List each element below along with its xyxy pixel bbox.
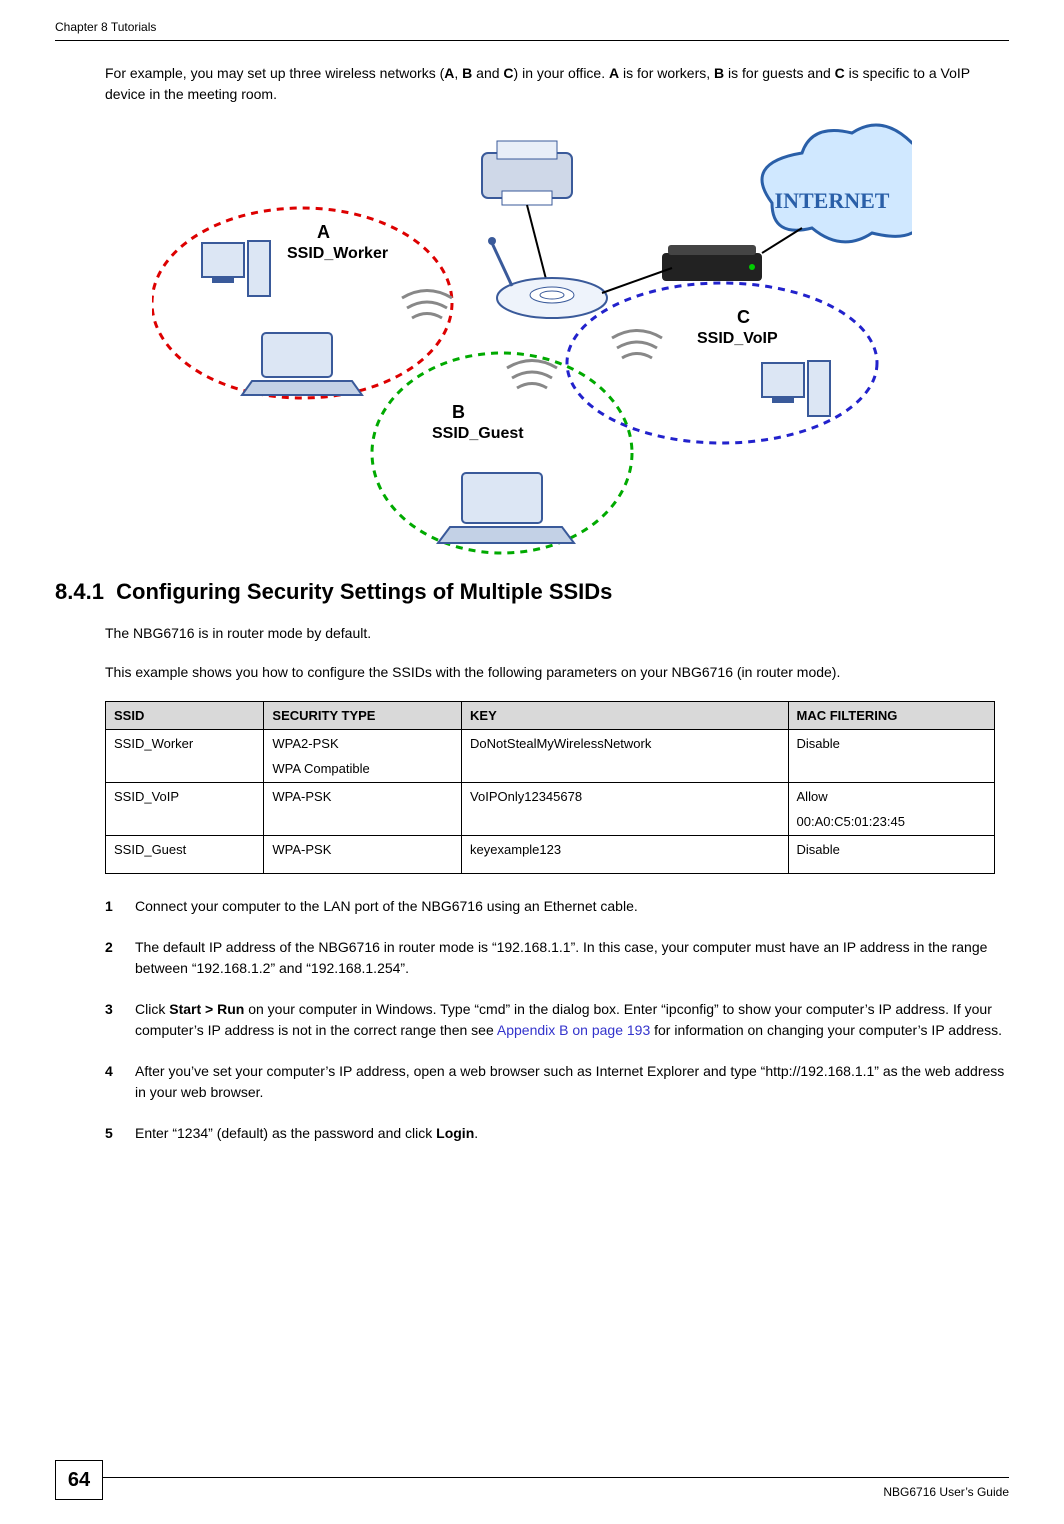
zone-b-ssid: SSID_Guest <box>432 425 524 442</box>
table-row: SSID_Guest WPA-PSK keyexample123 Disable <box>106 836 995 874</box>
zone-a-ssid: SSID_Worker <box>287 245 388 262</box>
page-number: 64 <box>55 1460 103 1500</box>
th-key: KEY <box>462 702 788 730</box>
desktop-a-icon <box>202 241 270 296</box>
header-left: Chapter 8 Tutorials <box>55 20 156 34</box>
appendix-link[interactable]: Appendix B on page 193 <box>497 1022 650 1038</box>
page-header: Chapter 8 Tutorials <box>55 20 1009 41</box>
laptop-a-icon <box>242 333 362 395</box>
list-item: 5 Enter “1234” (default) as the password… <box>105 1123 1009 1144</box>
internet-label: INTERNET <box>775 188 890 213</box>
zone-b-letter: B <box>452 402 465 422</box>
router-icon <box>488 237 607 318</box>
internet-cloud-icon: INTERNET <box>762 125 912 242</box>
laptop-b-icon <box>438 473 574 543</box>
table-row: SSID_Worker WPA2-PSKWPA Compatible DoNot… <box>106 730 995 783</box>
guide-name: NBG6716 User’s Guide <box>883 1485 1009 1499</box>
list-item: 1 Connect your computer to the LAN port … <box>105 896 1009 917</box>
ssid-config-table: SSID SECURITY TYPE KEY MAC FILTERING SSI… <box>105 701 995 874</box>
list-item: 2 The default IP address of the NBG6716 … <box>105 937 1009 979</box>
page-footer: 64 NBG6716 User’s Guide <box>0 1477 1064 1500</box>
table-row: SSID_VoIP WPA-PSK VoIPOnly12345678 Allow… <box>106 783 995 836</box>
printer-icon <box>482 141 572 205</box>
zone-a-letter: A <box>317 222 330 242</box>
modem-icon <box>662 245 762 281</box>
wifi-c-icon <box>612 331 662 359</box>
th-ssid: SSID <box>106 702 264 730</box>
th-mac: MAC FILTERING <box>788 702 994 730</box>
list-item: 4 After you’ve set your computer’s IP ad… <box>105 1061 1009 1103</box>
th-security: SECURITY TYPE <box>264 702 462 730</box>
intro-paragraph: For example, you may set up three wirele… <box>105 63 1009 105</box>
steps-list: 1 Connect your computer to the LAN port … <box>105 896 1009 1144</box>
section-heading: 8.4.1 Configuring Security Settings of M… <box>55 579 1009 605</box>
wifi-b-icon <box>507 361 557 389</box>
paragraph-2: This example shows you how to configure … <box>105 662 1009 683</box>
list-item: 3 Click Start > Run on your computer in … <box>105 999 1009 1041</box>
zone-c-ssid: SSID_VoIP <box>697 330 778 347</box>
network-diagram: INTERNET A SSID_Worker <box>152 123 912 555</box>
paragraph-1: The NBG6716 is in router mode by default… <box>105 623 1009 644</box>
zone-c-letter: C <box>737 307 750 327</box>
wifi-a-icon <box>402 291 452 319</box>
desktop-c-icon <box>762 361 830 416</box>
